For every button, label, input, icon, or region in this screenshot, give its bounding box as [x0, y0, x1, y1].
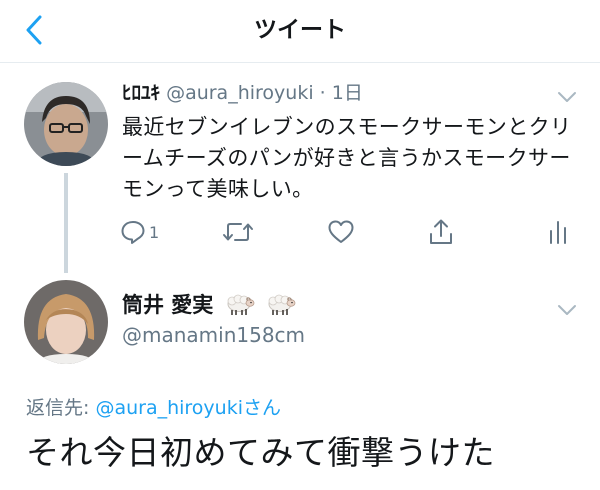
share-icon	[430, 219, 452, 244]
like-button[interactable]	[327, 214, 355, 250]
retweet-button[interactable]	[222, 214, 254, 250]
heart-icon	[328, 220, 354, 243]
reply-tweet-menu-button[interactable]	[554, 297, 580, 323]
retweet-icon	[223, 223, 253, 241]
parent-tweet-header: ﾋﾛﾕｷ @aura_hiroyuki · 1日	[122, 80, 363, 106]
chevron-down-icon	[558, 92, 576, 102]
user-avatar-image	[24, 82, 108, 166]
reply-button[interactable]: 1	[120, 214, 159, 250]
page-title: ツイート	[254, 17, 346, 43]
chevron-down-icon	[558, 305, 576, 315]
parent-handle-time[interactable]: @aura_hiroyuki · 1日	[166, 82, 363, 104]
reply-count: 1	[149, 222, 160, 242]
replying-to-mention-link[interactable]: @aura_hiroyukiさん	[95, 397, 281, 419]
top-navigation-bar: ツイート	[0, 0, 600, 63]
user-avatar-image	[24, 280, 108, 364]
parent-tweet-text: 最近セブンイレブンのスモークサーモンとクリームチーズのパンが好きと言うかスモーク…	[122, 115, 572, 201]
sheep-icon	[225, 294, 255, 323]
sheep-icon	[266, 294, 296, 323]
reply-display-name[interactable]: 筒井 愛実	[122, 291, 296, 323]
reply-handle[interactable]: @manamin158cm	[122, 321, 305, 349]
replying-to-suffix: さん	[243, 397, 282, 419]
reply-icon	[121, 221, 145, 244]
parent-tweet-menu-button[interactable]	[554, 84, 580, 110]
reply-tweet-text: それ今日初めてみて衝撃うけた	[26, 433, 495, 472]
parent-display-name[interactable]: ﾋﾛﾕｷ	[122, 82, 160, 104]
replying-to-line: 返信先: @aura_hiroyukiさん	[26, 395, 281, 421]
replying-to-label: 返信先:	[26, 397, 96, 419]
thread-connector-line	[64, 173, 68, 273]
replying-to-handle: @aura_hiroyuki	[95, 397, 243, 419]
analytics-icon	[550, 221, 566, 244]
avatar-parent[interactable]	[24, 82, 108, 166]
tweet-action-bar: 1	[110, 214, 585, 250]
reply-display-name-text: 筒井 愛実	[122, 293, 214, 317]
analytics-button[interactable]	[547, 214, 569, 250]
avatar-reply[interactable]	[24, 280, 108, 364]
share-button[interactable]	[428, 214, 454, 250]
